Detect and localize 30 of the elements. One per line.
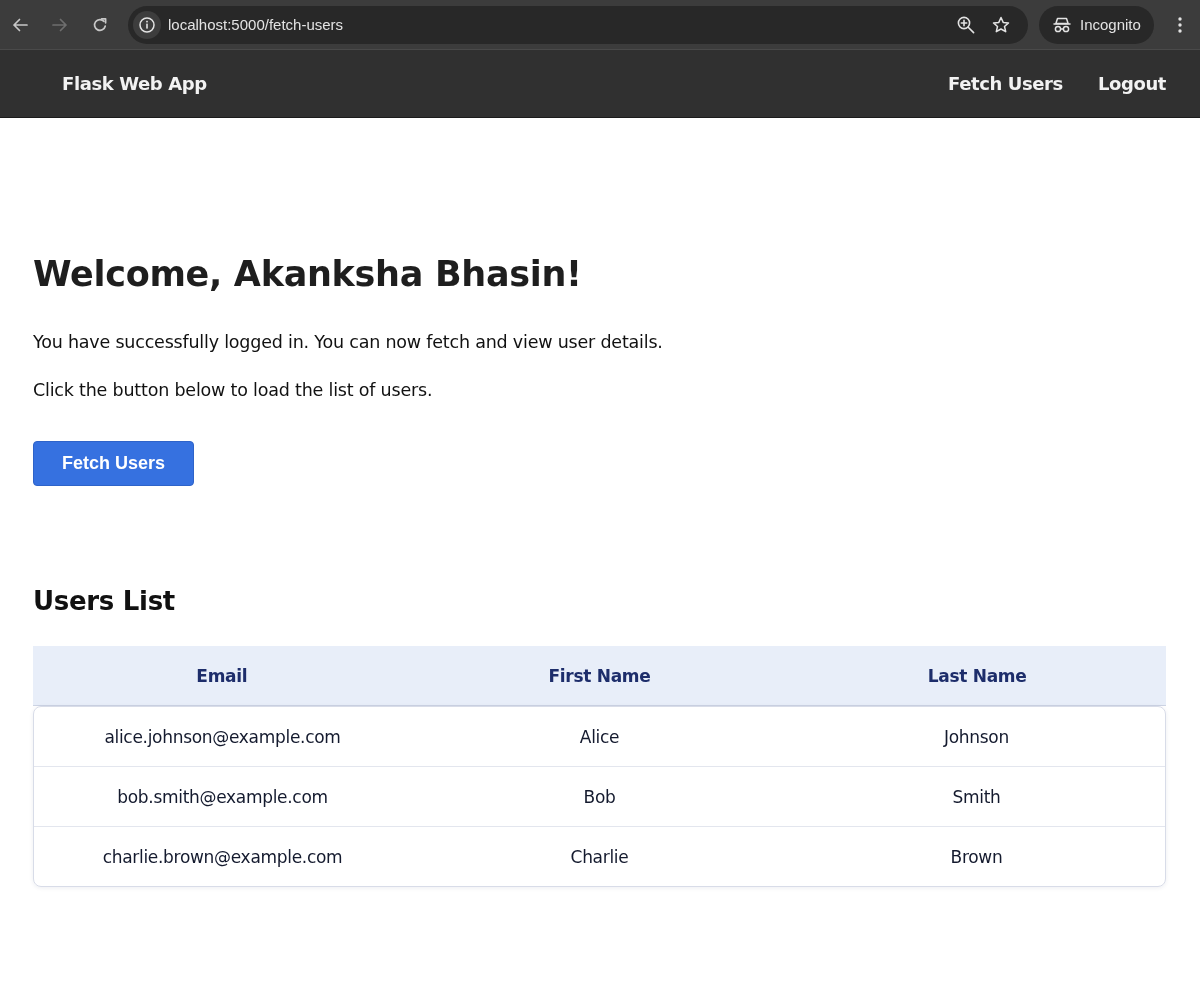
intro-text: You have successfully logged in. You can now fetch and view user details. (33, 331, 664, 354)
table-cell-text: charlie.brown@example.com (101, 845, 344, 869)
page-title: Welcome, Akanksha Bhasin! (33, 253, 583, 296)
table-cell-text: Bob (582, 785, 617, 809)
fetch-users-button[interactable]: Fetch Users (33, 441, 194, 486)
table-cell-text: Johnson (942, 725, 1010, 749)
table-cell-text: Alice (578, 725, 621, 749)
star-icon[interactable] (992, 15, 1010, 34)
address-bar[interactable]: localhost:5000/fetch-users (128, 5, 1028, 44)
table-cell-text: bob.smith@example.com (116, 785, 329, 809)
intro-text: Click the button below to load the list of users. (33, 379, 434, 402)
zoom-in-icon[interactable] (957, 15, 975, 34)
profile-button[interactable]: Incognito (1039, 5, 1154, 44)
nav-link[interactable]: Logout (1097, 73, 1166, 94)
brand-link[interactable]: Flask Web App (62, 73, 207, 94)
table-cell-text: Smith (951, 785, 1002, 809)
column-header: Last Name (926, 664, 1028, 688)
hat-glasses-icon (1053, 16, 1071, 33)
column-header: First Name (547, 664, 652, 688)
left-arrow-icon[interactable] (12, 16, 28, 33)
table-cell-text: alice.johnson@example.com (103, 725, 342, 749)
table-cell-text: Charlie (569, 845, 630, 869)
more-menu-icon[interactable] (1178, 16, 1182, 33)
column-header: Email (195, 664, 249, 688)
url-text: localhost:5000/fetch-users (168, 16, 344, 33)
section-title: Users List (33, 585, 176, 618)
nav-link[interactable]: Fetch Users (948, 73, 1063, 94)
info-icon[interactable] (133, 10, 161, 39)
table-cell-text: Brown (949, 845, 1004, 869)
reload-icon[interactable] (92, 16, 108, 33)
